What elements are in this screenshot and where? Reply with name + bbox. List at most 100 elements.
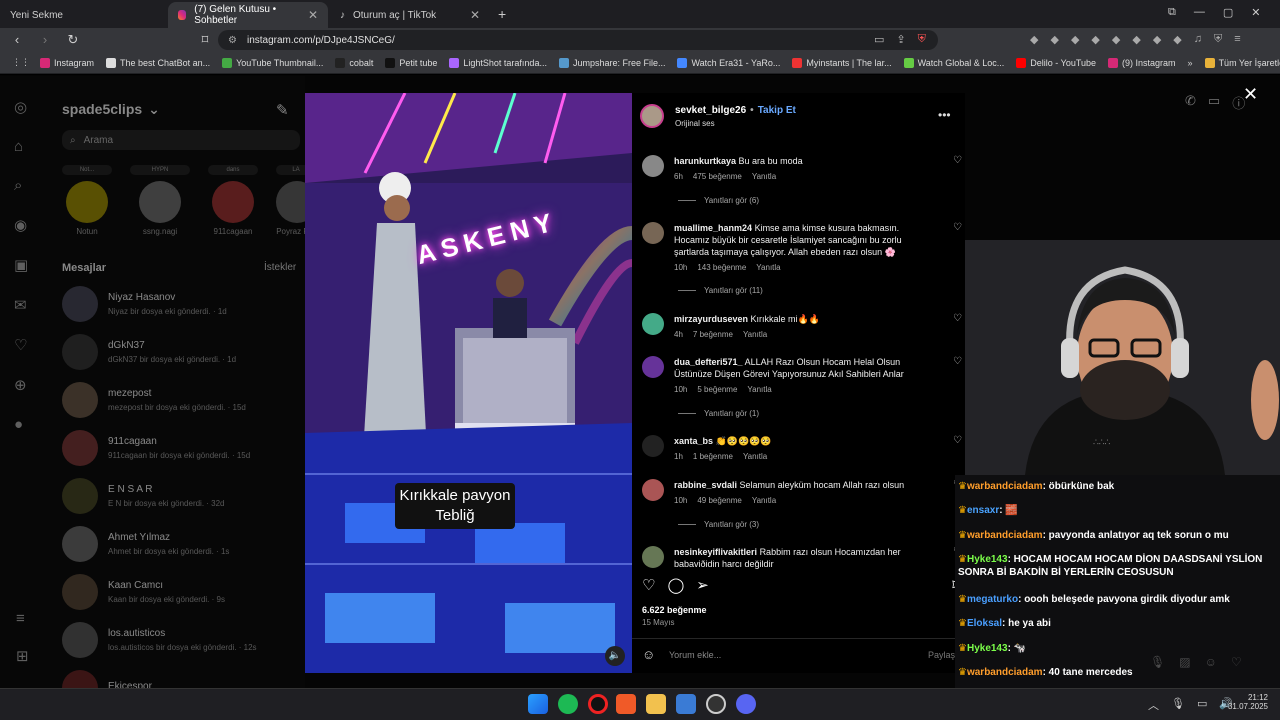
- extensions-icon[interactable]: ⧉: [1168, 6, 1176, 19]
- bookmark-item[interactable]: Jumpshare: Free File...: [558, 57, 665, 68]
- conversation-item[interactable]: dGkN37 dGkN37 bir dosya eki gönderdi. · 1…: [62, 332, 302, 372]
- bookmark-item[interactable]: The best ChatBot an...: [106, 57, 210, 68]
- tab-tiktok[interactable]: ♪ Oturum aç | TikTok ✕: [330, 2, 490, 28]
- reply-button[interactable]: Yanıtla: [752, 495, 776, 507]
- bookmark-item[interactable]: Myinstants | The lar...: [792, 57, 892, 68]
- home-icon[interactable]: ⌂: [14, 138, 28, 155]
- commenter-avatar[interactable]: [642, 479, 664, 501]
- music-icon[interactable]: ♫: [1194, 33, 1202, 46]
- file-explorer-icon[interactable]: [646, 694, 666, 714]
- conversation-item[interactable]: E N S A R E N bir dosya eki gönderdi. · 3…: [62, 476, 302, 516]
- notifications-icon[interactable]: ♡: [14, 336, 28, 354]
- comment-like-icon[interactable]: ♡: [953, 356, 962, 396]
- site-info-icon[interactable]: ⚙: [228, 35, 237, 46]
- commenter-name[interactable]: rabbine_svdali: [674, 480, 737, 490]
- view-replies-button[interactable]: Yanıtları gör (6): [678, 196, 759, 205]
- tab-instagram[interactable]: (7) Gelen Kutusu • Sohbetler ✕: [168, 2, 328, 28]
- more-options-icon[interactable]: •••: [938, 108, 951, 122]
- compose-icon[interactable]: ✎: [276, 101, 289, 119]
- comment-likes[interactable]: 5 beğenme: [697, 384, 737, 396]
- bookmark-item[interactable]: Watch Era31 - YaRo...: [677, 57, 780, 68]
- spotify-icon[interactable]: [558, 694, 578, 714]
- brave-shield-icon[interactable]: ⛨: [918, 33, 926, 46]
- video-call-icon[interactable]: ▭: [1208, 93, 1220, 112]
- reload-icon[interactable]: ↻: [64, 32, 82, 48]
- conversation-item[interactable]: Ahmet Yılmaz Ahmet bir dosya eki gönderdi…: [62, 524, 302, 564]
- view-replies-button[interactable]: Yanıtları gör (3): [678, 520, 759, 529]
- bookmark-item[interactable]: (9) Instagram: [1108, 57, 1176, 68]
- chat-username[interactable]: megaturko: [967, 594, 1018, 605]
- menu-icon[interactable]: ≡: [1234, 33, 1240, 46]
- commenter-avatar[interactable]: [642, 313, 664, 335]
- mute-button[interactable]: 🔈: [605, 646, 625, 666]
- reply-button[interactable]: Yanıtla: [743, 451, 767, 463]
- comment-like-icon[interactable]: ♡: [953, 155, 962, 183]
- extension-icon[interactable]: ◆: [1132, 33, 1140, 46]
- post-video[interactable]: ASKENY Kırıkkale pavyon Tebliğ 🔈: [305, 93, 632, 673]
- note-item[interactable]: Not... Notun: [62, 165, 112, 236]
- conversation-item[interactable]: 911cagaan 911cagaan bir dosya eki gönderd…: [62, 428, 302, 468]
- sticker-icon[interactable]: ☺: [1205, 655, 1217, 669]
- like-icon[interactable]: ♡: [642, 576, 655, 594]
- discord-icon[interactable]: [736, 694, 756, 714]
- share-icon[interactable]: ➢: [696, 576, 709, 594]
- dm-search-input[interactable]: ⌕ Arama: [62, 130, 300, 150]
- extension-icon[interactable]: ◆: [1112, 33, 1120, 46]
- shield-icon[interactable]: ⛨: [1214, 33, 1222, 46]
- conversation-item[interactable]: Kaan Camcı Kaan bir dosya eki gönderdi. ·…: [62, 572, 302, 612]
- tray-chevron-icon[interactable]: ︿: [1148, 697, 1159, 713]
- back-icon[interactable]: ‹: [8, 32, 26, 48]
- image-icon[interactable]: ▨: [1179, 655, 1190, 669]
- create-icon[interactable]: ⊕: [14, 376, 28, 394]
- bookmark-item[interactable]: Instagram: [40, 57, 94, 68]
- chat-username[interactable]: warbandciadam: [967, 530, 1043, 541]
- tray-network-icon[interactable]: ▭: [1197, 697, 1207, 713]
- bookmark-item[interactable]: YouTube Thumbnail...: [222, 57, 323, 68]
- tab-new[interactable]: Yeni Sekme: [0, 2, 168, 28]
- reels-icon[interactable]: ▣: [14, 256, 28, 274]
- audio-label[interactable]: Orijinal ses: [675, 119, 715, 128]
- account-switcher[interactable]: spade5clips ⌄: [62, 101, 160, 118]
- commenter-avatar[interactable]: [642, 546, 664, 568]
- extension-icon[interactable]: ◆: [1050, 33, 1058, 46]
- minimize-icon[interactable]: —: [1194, 6, 1205, 19]
- comment-like-icon[interactable]: ♡: [953, 313, 962, 341]
- maximize-icon[interactable]: ▢: [1223, 6, 1233, 19]
- note-item[interactable]: dans 911cagaan: [208, 165, 258, 236]
- threads-icon[interactable]: ⊞: [16, 647, 29, 665]
- extension-icon[interactable]: ◆: [1091, 33, 1099, 46]
- brave-icon[interactable]: [616, 694, 636, 714]
- apps-icon[interactable]: ⋮⋮: [12, 57, 30, 68]
- view-replies-button[interactable]: Yanıtları gör (1): [678, 409, 759, 418]
- commenter-name[interactable]: harunkurtkaya: [674, 156, 736, 166]
- chat-username[interactable]: Eloksal: [967, 618, 1002, 629]
- author-name[interactable]: sevket_bilge26: [675, 105, 746, 116]
- reply-button[interactable]: Yanıtla: [747, 384, 771, 396]
- more-bookmarks-icon[interactable]: »: [1188, 58, 1193, 68]
- close-tab-icon[interactable]: ✕: [470, 8, 480, 22]
- photos-icon[interactable]: [676, 694, 696, 714]
- conversation-item[interactable]: los.autisticos los.autisticos bir dosya e…: [62, 620, 302, 660]
- explore-icon[interactable]: ◉: [14, 216, 28, 234]
- tray-mic-icon[interactable]: 🎙: [1171, 697, 1185, 713]
- bookmark-item[interactable]: Petit tube: [385, 57, 437, 68]
- all-bookmarks-folder[interactable]: Tüm Yer İşaretleri: [1204, 57, 1280, 68]
- commenter-name[interactable]: xanta_bs: [674, 436, 713, 446]
- chat-username[interactable]: warbandciadam: [967, 667, 1043, 678]
- more-menu-icon[interactable]: ≡: [16, 610, 29, 627]
- profile-icon[interactable]: ●: [14, 416, 28, 433]
- commenter-name[interactable]: muallime_hanm24: [674, 223, 752, 233]
- comment-likes[interactable]: 7 beğenme: [693, 329, 733, 341]
- extension-icon[interactable]: ◆: [1173, 33, 1181, 46]
- bookmark-item[interactable]: cobalt: [335, 57, 373, 68]
- system-clock[interactable]: 21:12 31.07.2025: [1226, 693, 1268, 711]
- commenter-avatar[interactable]: [642, 222, 664, 244]
- requests-link[interactable]: İstekler: [264, 262, 296, 273]
- start-icon[interactable]: [528, 694, 548, 714]
- address-bar[interactable]: ⚙ instagram.com/p/DJpe4JSNCeG/: [218, 30, 938, 50]
- reply-button[interactable]: Yanıtla: [743, 329, 767, 341]
- reply-button[interactable]: Yanıtla: [752, 171, 776, 183]
- comment-input[interactable]: Yorum ekle...: [669, 650, 721, 660]
- new-tab-button[interactable]: +: [498, 6, 506, 22]
- share-icon[interactable]: ⇪: [896, 33, 905, 46]
